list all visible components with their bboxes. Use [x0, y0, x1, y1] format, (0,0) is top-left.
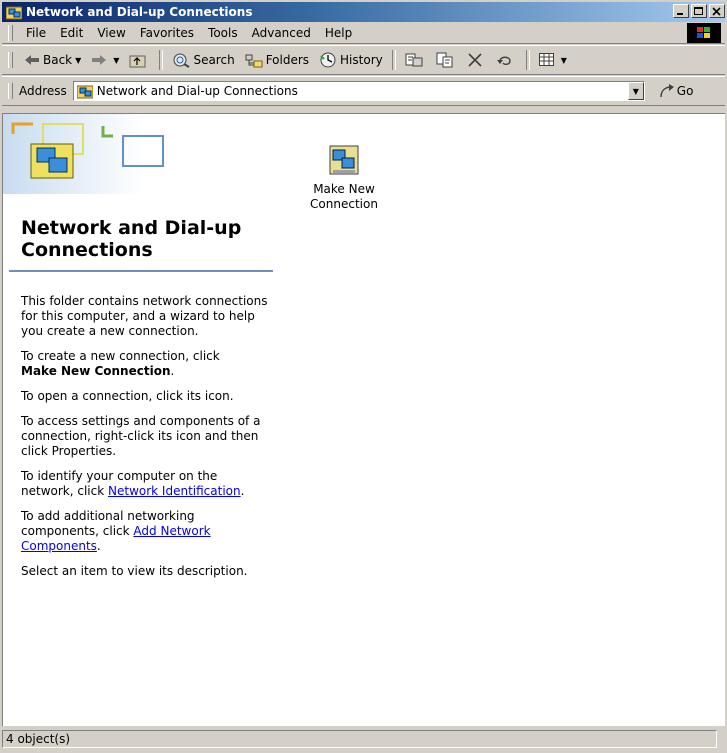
menu-help[interactable]: Help: [318, 24, 359, 42]
minimize-button[interactable]: [673, 4, 689, 18]
forward-dropdown-icon[interactable]: ▼: [113, 56, 119, 65]
network-folder-icon: [76, 85, 93, 99]
maximize-button[interactable]: [691, 4, 707, 18]
explorer-window: Network and Dial-up Connections File Edi…: [0, 0, 727, 753]
pane-paragraph: To access settings and components of a c…: [21, 414, 261, 458]
network-folder-icon: [5, 4, 23, 20]
undo-icon: [496, 56, 511, 66]
network-computer-icon: [329, 145, 359, 175]
window-title: Network and Dial-up Connections: [26, 5, 253, 19]
views-dropdown-icon[interactable]: ▼: [561, 56, 567, 65]
folders-label: Folders: [265, 53, 310, 67]
toolbar-separator: [159, 50, 164, 70]
menu-edit[interactable]: Edit: [53, 24, 90, 42]
back-dropdown-icon[interactable]: ▼: [75, 56, 81, 65]
folder-view[interactable]: Network and Dial-up Connections This fol…: [2, 113, 725, 726]
pane-description: This folder contains network connections…: [21, 294, 273, 589]
views-icon: [538, 53, 554, 66]
back-button[interactable]: Back ▼: [19, 51, 86, 69]
move-to-button[interactable]: [400, 50, 431, 70]
pane-paragraph: To open a connection, click its icon.: [21, 389, 234, 403]
status-text: 4 object(s): [2, 730, 717, 748]
go-label: Go: [676, 84, 694, 98]
go-button[interactable]: Go: [659, 83, 694, 99]
folders-button[interactable]: Folders: [240, 51, 314, 70]
delete-button[interactable]: [462, 50, 491, 70]
title-bar[interactable]: Network and Dial-up Connections: [2, 2, 725, 22]
delete-icon: [468, 53, 482, 67]
menu-file[interactable]: File: [19, 24, 53, 42]
search-icon: [173, 53, 190, 68]
menu-bar: File Edit View Favorites Tools Advanced …: [2, 22, 725, 44]
menu-view[interactable]: View: [90, 24, 132, 42]
pane-title: Network and Dial-up Connections: [21, 217, 242, 261]
web-view-pane: Network and Dial-up Connections This fol…: [3, 114, 273, 726]
address-input[interactable]: Network and Dial-up Connections ▼: [72, 81, 645, 101]
menubar-grip[interactable]: [8, 24, 13, 41]
addressbar-grip[interactable]: [8, 83, 13, 99]
address-label: Address: [19, 84, 67, 98]
toolbar-separator: [391, 50, 396, 70]
pane-divider: [9, 270, 273, 272]
go-arrow-icon: [660, 84, 674, 98]
search-label: Search: [193, 53, 235, 67]
back-label: Back: [43, 53, 73, 67]
copy-to-icon: [436, 52, 453, 68]
banner-graphic: [3, 114, 164, 194]
history-button[interactable]: History: [314, 50, 388, 70]
menu-favorites[interactable]: Favorites: [133, 24, 201, 42]
pane-paragraph: To create a new connection, click Make Ne…: [21, 349, 220, 378]
back-arrow-icon: [25, 55, 39, 65]
address-dropdown-button[interactable]: ▼: [627, 82, 644, 100]
forward-arrow-icon: [92, 55, 107, 65]
status-bar: 4 object(s): [2, 728, 725, 750]
make-new-connection-emphasis: Make New Connection: [21, 364, 171, 378]
up-folder-button[interactable]: [124, 51, 155, 70]
views-button[interactable]: ▼: [534, 51, 572, 69]
make-new-connection-item[interactable]: Make New Connection: [303, 144, 385, 212]
standard-toolbar: Back ▼ ▼ Search Folders History ▼: [2, 45, 725, 75]
forward-button[interactable]: ▼: [86, 52, 124, 68]
move-to-icon: [405, 53, 423, 67]
menu-advanced[interactable]: Advanced: [245, 24, 318, 42]
pane-paragraph: This folder contains network connections…: [21, 294, 268, 338]
address-bar: Address Network and Dial-up Connections …: [2, 76, 725, 106]
toolbar-grip[interactable]: [8, 52, 13, 68]
undo-button[interactable]: [491, 50, 522, 70]
search-button[interactable]: Search: [167, 50, 239, 70]
close-button[interactable]: [709, 4, 725, 18]
up-folder-icon: [129, 55, 146, 67]
toolbar-separator: [525, 50, 530, 70]
history-icon: [320, 52, 336, 68]
menu-tools[interactable]: Tools: [201, 24, 245, 42]
copy-to-button[interactable]: [431, 50, 462, 70]
pane-paragraph: Select an item to view its description.: [21, 564, 248, 578]
windows-logo-icon: [687, 23, 721, 43]
pane-paragraph: To add additional networking components,…: [21, 509, 211, 553]
pane-paragraph: To identify your computer on the network…: [21, 469, 245, 498]
folders-icon: [245, 54, 263, 67]
history-label: History: [340, 53, 383, 67]
address-value: Network and Dial-up Connections: [96, 84, 298, 98]
item-label: Make New Connection: [310, 182, 378, 211]
network-identification-link[interactable]: Network Identification: [108, 484, 241, 498]
